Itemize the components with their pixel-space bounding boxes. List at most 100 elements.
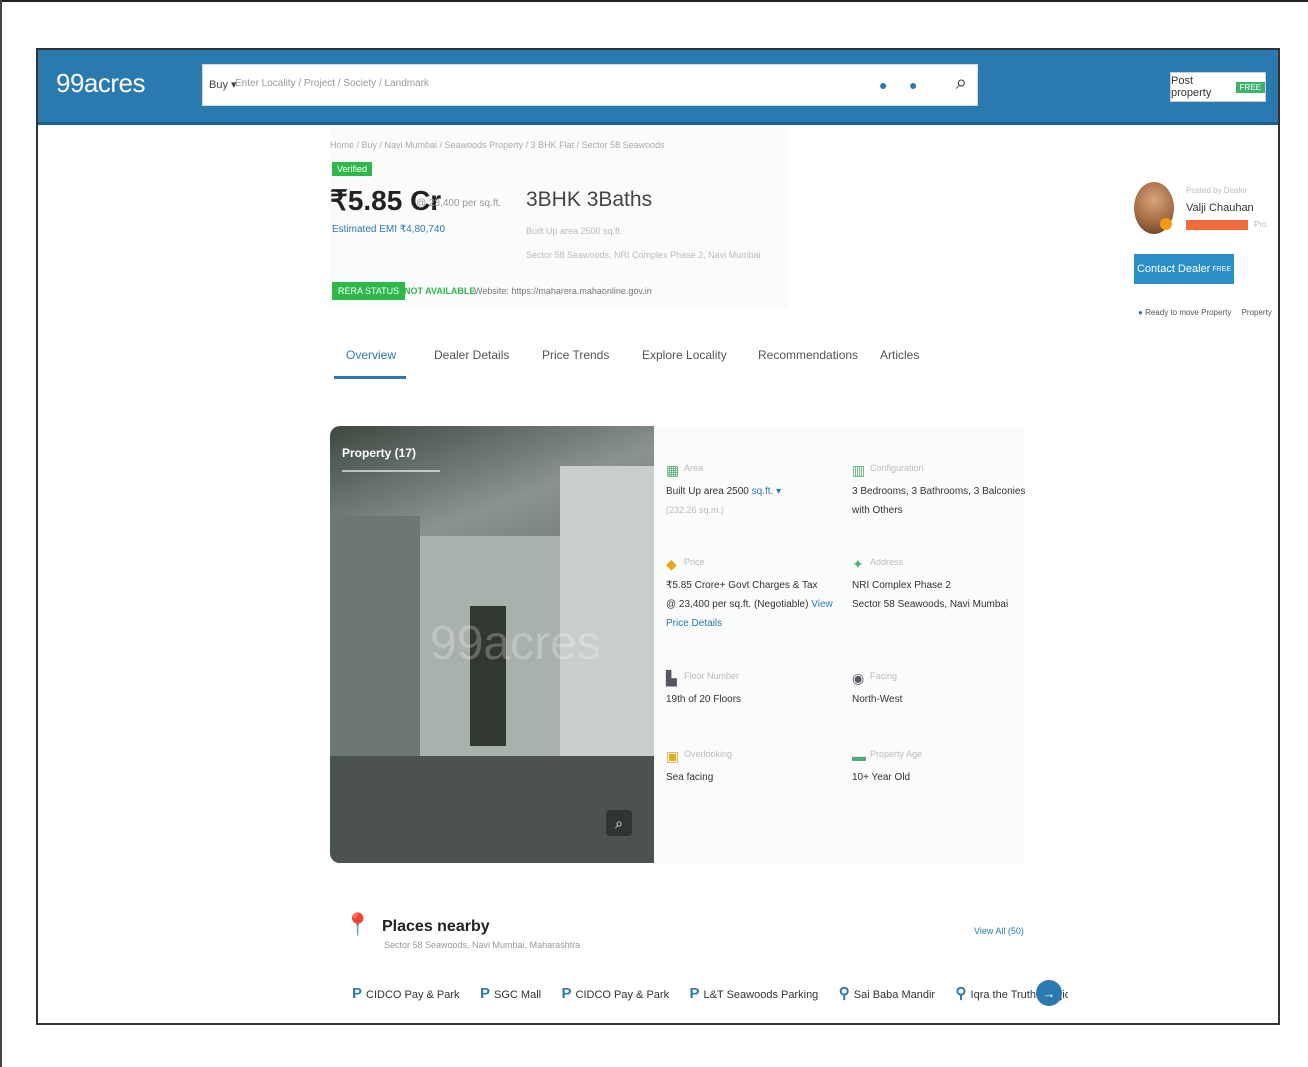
view-all-link[interactable]: View All (50): [974, 926, 1024, 936]
gallery-count: Property (17): [342, 446, 417, 460]
places-title: Places nearby: [382, 918, 490, 935]
verified-badge: Verified: [332, 162, 373, 176]
bed-icon: ▥: [852, 462, 866, 478]
breadcrumb[interactable]: Home / Buy / Navi Mumbai / Seawoods Prop…: [330, 140, 665, 150]
contact-dealer-button[interactable]: Contact Dealer FREE: [1134, 254, 1234, 284]
place-chip[interactable]: ⚲ Sai Baba Mandir: [839, 984, 935, 1002]
parking-icon: P: [352, 985, 363, 1002]
rera-note[interactable]: Website: https://maharera.mahaonline.gov…: [474, 286, 652, 296]
detail-label: Price: [684, 557, 705, 567]
floor-value: 19th of 20 Floors: [666, 694, 742, 705]
building-age-icon: ▬: [852, 748, 866, 764]
floor-icon: ▙: [666, 670, 677, 686]
dealer-name[interactable]: Valji Chauhan: [1186, 202, 1254, 214]
emi-link[interactable]: Estimated EMI ₹4,80,740: [332, 224, 445, 235]
chips-next-button[interactable]: →: [1036, 980, 1062, 1006]
places-subtitle: Sector 58 Seawoods, Navi Mumbai, Maharas…: [384, 940, 581, 950]
contact-free-badge: FREE: [1212, 265, 1232, 273]
parking-icon: P: [689, 985, 700, 1002]
place-chip-label: CIDCO Pay & Park: [366, 989, 460, 1001]
top-header: 99acres Buy ▾ Enter Locality / Project /…: [38, 50, 1278, 125]
tab-overview[interactable]: Overview: [346, 348, 396, 362]
area-icon: ▦: [666, 462, 680, 478]
location-summary: Sector 58 Seawoods, NRI Complex Phase 2,…: [526, 250, 761, 260]
property-details: ▦ Area Built Up area 2500 sq.ft. ▾ (232.…: [654, 426, 1025, 863]
area-sub: (232.26 sq.m.): [666, 505, 725, 515]
detail-label: Floor Number: [684, 671, 740, 681]
zoom-icon[interactable]: ⌕: [606, 810, 632, 836]
overlooking-value: Sea facing: [666, 772, 714, 783]
detail-value: NRI Complex Phase 2 Sector 58 Seawoods, …: [852, 576, 1032, 614]
watermark: 99acres: [430, 617, 601, 670]
scan-edge: [0, 0, 1308, 2]
mic-icon[interactable]: ●: [909, 77, 917, 93]
rera-status: NOT AVAILABLE: [404, 286, 476, 296]
place-chip-label: CIDCO Pay & Park: [575, 989, 670, 1001]
address-line2: Sector 58 Seawoods, Navi Mumbai: [852, 599, 1009, 610]
contact-dealer-label: Contact Dealer: [1136, 263, 1211, 275]
place-chip-label: SGC Mall: [494, 989, 542, 1001]
tab-recommendations[interactable]: Recommendations: [758, 348, 858, 362]
price-icon: ◆: [666, 556, 677, 572]
post-property-label: Post property: [1171, 75, 1212, 99]
detail-label: Overlooking: [684, 749, 733, 759]
address-line1: NRI Complex Phase 2: [852, 580, 951, 591]
search-input[interactable]: Enter Locality / Project / Society / Lan…: [235, 78, 429, 89]
tab-articles[interactable]: Articles: [880, 348, 919, 362]
price-psf-value: @ 23,400 per sq.ft. (Negotiable): [666, 599, 809, 610]
area-value: Built Up area 2500: [666, 486, 749, 497]
price-value: ₹5.85 Crore+ Govt Charges & Tax: [666, 580, 818, 591]
dealer-intro: Posted by Dealer: [1186, 186, 1248, 195]
area-unit-dropdown[interactable]: sq.ft. ▾: [752, 486, 781, 497]
post-property-button[interactable]: Post property FREE: [1170, 72, 1266, 102]
parking-icon: P: [561, 985, 572, 1002]
place-chip-label: Sai Baba Mandir: [853, 989, 936, 1001]
detail-label: Area: [684, 463, 704, 473]
dealer-tag: [1186, 220, 1248, 230]
location-pin-icon: ⚲: [838, 985, 850, 1002]
place-chip[interactable]: P L&T Seawoods Parking: [690, 985, 819, 1002]
place-chip[interactable]: P CIDCO Pay & Park: [562, 985, 670, 1002]
gallery-divider: [342, 470, 440, 472]
dealer-tag-text: Pro: [1254, 220, 1267, 229]
place-chip[interactable]: P CIDCO Pay & Park: [352, 985, 460, 1002]
search-bar[interactable]: Buy ▾ Enter Locality / Project / Society…: [202, 64, 978, 106]
tab-explore-locality[interactable]: Explore Locality: [642, 348, 727, 362]
search-icon[interactable]: ⌕: [956, 72, 967, 95]
ready-to-move: ● Ready to move Property Property: [1138, 308, 1272, 317]
places-chip-list: P CIDCO Pay & Park P SGC Mall P CIDCO Pay &…: [352, 984, 1068, 1006]
location-pin-icon: ⚲: [955, 985, 967, 1002]
parking-icon: P: [480, 985, 491, 1002]
detail-value: Built Up area 2500 sq.ft. ▾ (232.26 sq.m…: [666, 482, 846, 520]
address-icon: ✦: [852, 556, 864, 572]
detail-value: ₹5.85 Crore+ Govt Charges & Tax @ 23,400…: [666, 576, 846, 633]
configuration-title: 3BHK 3Baths: [526, 188, 653, 211]
tab-price-trends[interactable]: Price Trends: [542, 348, 609, 362]
browser-frame: 99acres Buy ▾ Enter Locality / Project /…: [36, 48, 1280, 1025]
free-badge: FREE: [1235, 81, 1265, 93]
scan-edge: [0, 0, 2, 1067]
rera-badge: RERA STATUS: [332, 282, 406, 300]
ready-more: Property: [1241, 308, 1272, 317]
facing-value: North-West: [852, 694, 903, 705]
location-icon[interactable]: ●: [879, 77, 887, 93]
window-icon: ▣: [666, 748, 680, 764]
compass-icon: ◉: [852, 670, 865, 686]
area-summary: Built Up area 2500 sq.ft.: [526, 226, 623, 236]
property-gallery[interactable]: 99acres Property (17) ⌕: [330, 426, 668, 863]
property-summary: Home / Buy / Navi Mumbai / Seawoods Prop…: [330, 128, 788, 308]
detail-label: Facing: [870, 671, 898, 681]
price-per-sqft: @ 23,400 per sq.ft.: [416, 198, 502, 209]
property-age-value: 10+ Year Old: [852, 772, 911, 783]
place-chip[interactable]: P SGC Mall: [480, 985, 541, 1002]
detail-label: Configuration: [870, 463, 924, 473]
pin-icon: ●: [1138, 308, 1143, 317]
site-logo[interactable]: 99acres: [56, 68, 146, 99]
configuration-value: 3 Bedrooms, 3 Bathrooms, 3 Balconies wit…: [852, 486, 1026, 516]
tab-dealer-details[interactable]: Dealer Details: [434, 348, 509, 362]
place-chip-label: L&T Seawoods Parking: [703, 989, 819, 1001]
buy-dropdown[interactable]: Buy ▾: [209, 78, 237, 91]
map-pin-icon: 📍: [344, 912, 372, 937]
detail-label: Address: [870, 557, 904, 567]
dealer-badge-icon: [1160, 218, 1172, 230]
